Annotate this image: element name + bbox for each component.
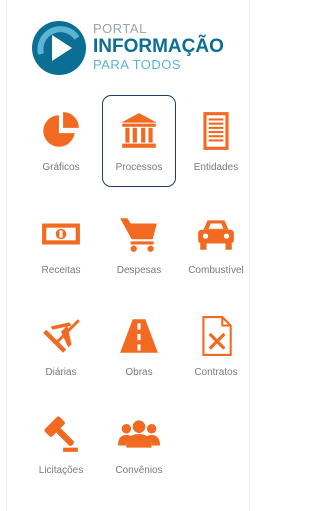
logo-text: PORTAL INFORMAÇÃO PARA TODOS	[93, 22, 224, 71]
pie-chart-icon	[43, 112, 79, 147]
menu-tile-convenios[interactable]: Convênios	[102, 398, 176, 490]
logo-line-para-todos: PARA TODOS	[93, 57, 182, 72]
shopping-cart-icon	[120, 218, 157, 252]
bank-building-icon	[121, 113, 157, 148]
menu-tile-licitacoes[interactable]: Licitações	[24, 398, 98, 490]
menu-tile-diarias[interactable]: Diárias	[24, 300, 98, 392]
menu-label: Combustível	[188, 265, 244, 276]
document-list-icon	[203, 112, 229, 150]
play-logo-icon	[32, 21, 86, 75]
airplane-icon	[43, 319, 80, 353]
menu-tile-processos[interactable]: Processos	[102, 95, 176, 187]
excel-file-icon	[202, 316, 232, 356]
menu-tile-contratos[interactable]: Contratos	[179, 300, 253, 392]
menu-label: Licitações	[38, 465, 84, 476]
menu-tile-despesas[interactable]: Despesas	[102, 198, 176, 290]
menu-label: Gráficos	[42, 162, 80, 173]
menu-label: Despesas	[116, 265, 162, 276]
menu-tile-entidades[interactable]: Entidades	[179, 95, 253, 187]
menu-label: Entidades	[193, 162, 239, 173]
menu-tile-receitas[interactable]: Receitas	[24, 198, 98, 290]
portal-logo[interactable]: PORTAL INFORMAÇÃO PARA TODOS	[31, 16, 257, 76]
menu-label: Convênios	[115, 465, 163, 476]
gavel-icon	[44, 416, 78, 452]
side-panel: PORTAL INFORMAÇÃO PARA TODOS Gráficos Pr…	[6, 0, 250, 511]
logo-line-portal: PORTAL	[93, 21, 147, 36]
logo-line-informacao: INFORMAÇÃO	[93, 36, 224, 57]
menu-tile-graficos[interactable]: Gráficos	[24, 95, 98, 187]
menu-label: Diárias	[45, 367, 77, 378]
menu-tile-combustivel[interactable]: Combustível	[179, 198, 253, 290]
car-icon	[198, 220, 234, 250]
money-bill-icon	[42, 223, 80, 245]
menu-label: Contratos	[194, 367, 238, 378]
road-icon	[120, 319, 158, 353]
people-group-icon	[118, 420, 160, 448]
menu-label: Processos	[115, 162, 163, 173]
menu-label: Obras	[125, 367, 153, 378]
menu-tile-obras[interactable]: Obras	[102, 300, 176, 392]
menu-label: Receitas	[41, 265, 81, 276]
